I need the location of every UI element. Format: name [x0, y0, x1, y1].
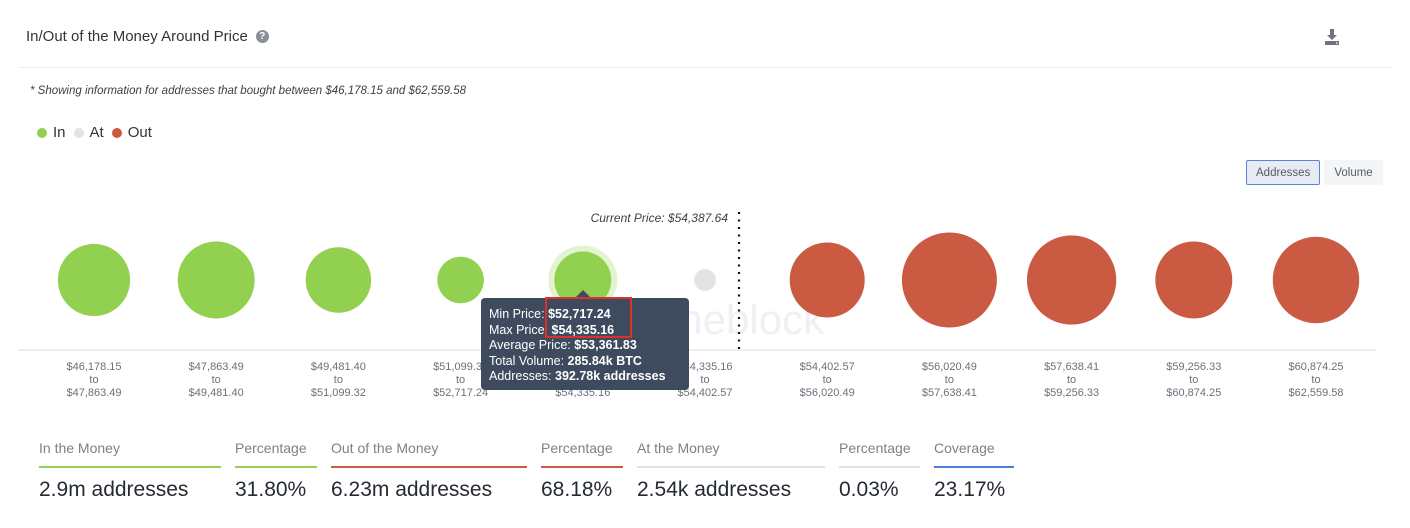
- summary-stats: In the Money 2.9m addresses Percentage 3…: [39, 440, 1028, 502]
- tick-label-from: $49,481.40: [311, 361, 366, 373]
- panel-header: In/Out of the Money Around Price ?: [0, 0, 1410, 68]
- stat-bar: [541, 466, 623, 468]
- legend-item-at[interactable]: At: [73, 124, 104, 141]
- stat-bar: [39, 466, 221, 468]
- panel-title: In/Out of the Money Around Price ?: [26, 28, 269, 45]
- tick-label-connector: to: [1311, 374, 1320, 386]
- tick-label-from: $60,874.25: [1288, 361, 1343, 373]
- tick-label-from: $54,402.57: [800, 361, 855, 373]
- bubble-out[interactable]: [789, 242, 865, 318]
- bubble-at[interactable]: [694, 269, 716, 291]
- tick-label-to: $62,559.58: [1288, 387, 1343, 399]
- annotation-highlight-box: [545, 297, 632, 338]
- bubble-chart: intotheblock$46,178.15to$47,863.49$47,86…: [18, 211, 1376, 399]
- tick-label-to: $52,717.24: [433, 387, 488, 399]
- volume-button[interactable]: Volume: [1324, 160, 1383, 185]
- bubble-in[interactable]: [177, 241, 255, 319]
- tick-label-connector: to: [1067, 374, 1076, 386]
- legend-label: Out: [127, 124, 152, 141]
- stat-out-of-the-money: Out of the Money 6.23m addresses: [331, 440, 527, 502]
- stat-at-the-money: At the Money 2.54k addresses: [637, 440, 825, 502]
- tick-label-from: $59,256.33: [1166, 361, 1221, 373]
- legend-item-out[interactable]: Out: [111, 124, 152, 141]
- tick-label-from: $46,178.15: [66, 361, 121, 373]
- tick-label-to: $56,020.49: [800, 387, 855, 399]
- stat-bar: [934, 466, 1014, 468]
- legend: In At Out: [37, 124, 160, 141]
- stat-bar: [235, 466, 317, 468]
- tick-label-to: $59,256.33: [1044, 387, 1099, 399]
- tick-label-connector: to: [212, 374, 221, 386]
- legend-dot-at-icon: [73, 127, 84, 138]
- tick-label-connector: to: [945, 374, 954, 386]
- current-price-label: Current Price: $54,387.64: [591, 211, 729, 225]
- tick-label-from: $47,863.49: [189, 361, 244, 373]
- tick-label-to: $60,874.25: [1166, 387, 1221, 399]
- tick-label-connector: to: [456, 374, 465, 386]
- legend-label: At: [89, 124, 104, 141]
- tick-label-connector: to: [1189, 374, 1198, 386]
- header-divider: [18, 67, 1392, 68]
- tooltip-row: Average Price: $53,361.83: [489, 338, 637, 352]
- stat-out-percentage: Percentage 68.18%: [541, 440, 623, 502]
- bubble-out[interactable]: [1026, 235, 1117, 325]
- addresses-button[interactable]: Addresses: [1246, 160, 1321, 185]
- question-circle-icon[interactable]: ?: [255, 30, 269, 43]
- bubble-in[interactable]: [437, 256, 484, 304]
- title-text: In/Out of the Money Around Price: [26, 28, 248, 45]
- bubble-out[interactable]: [1272, 236, 1360, 324]
- bubble-in[interactable]: [57, 243, 131, 317]
- tick-label-from: $51,099.32: [433, 361, 488, 373]
- range-note: * Showing information for addresses that…: [30, 85, 467, 97]
- tick-label-from: $57,638.41: [1044, 361, 1099, 373]
- tick-label-to: $47,863.49: [66, 387, 121, 399]
- bubble-out[interactable]: [901, 232, 997, 328]
- stat-in-percentage: Percentage 31.80%: [235, 440, 317, 502]
- metric-toggle: Addresses Volume: [1246, 160, 1383, 185]
- tick-label-to: $51,099.32: [311, 387, 366, 399]
- bubble-in[interactable]: [305, 247, 372, 313]
- tick-label-connector: to: [89, 374, 98, 386]
- tick-label-to: $49,481.40: [189, 387, 244, 399]
- tick-label-to: $57,638.41: [922, 387, 977, 399]
- stat-bar: [839, 466, 920, 468]
- download-icon[interactable]: [1323, 28, 1341, 46]
- legend-label: In: [53, 124, 66, 141]
- stat-bar: [331, 466, 527, 468]
- tick-label-from: $56,020.49: [922, 361, 977, 373]
- stat-bar: [637, 466, 825, 468]
- tooltip-row: Total Volume: 285.84k BTC: [489, 353, 642, 368]
- legend-dot-in-icon: [37, 127, 47, 138]
- stat-coverage: Coverage 23.17%: [934, 440, 1014, 502]
- tick-label-connector: to: [334, 374, 343, 386]
- tick-label-connector: to: [700, 374, 709, 386]
- legend-dot-out-icon: [111, 127, 122, 138]
- stat-in-the-money: In the Money 2.9m addresses: [39, 440, 221, 502]
- stat-at-percentage: Percentage 0.03%: [839, 440, 920, 502]
- tick-label-connector: to: [823, 374, 832, 386]
- legend-item-in[interactable]: In: [37, 124, 66, 141]
- tooltip-row: Addresses: 392.78k addresses: [489, 369, 666, 383]
- bubble-out[interactable]: [1155, 241, 1233, 319]
